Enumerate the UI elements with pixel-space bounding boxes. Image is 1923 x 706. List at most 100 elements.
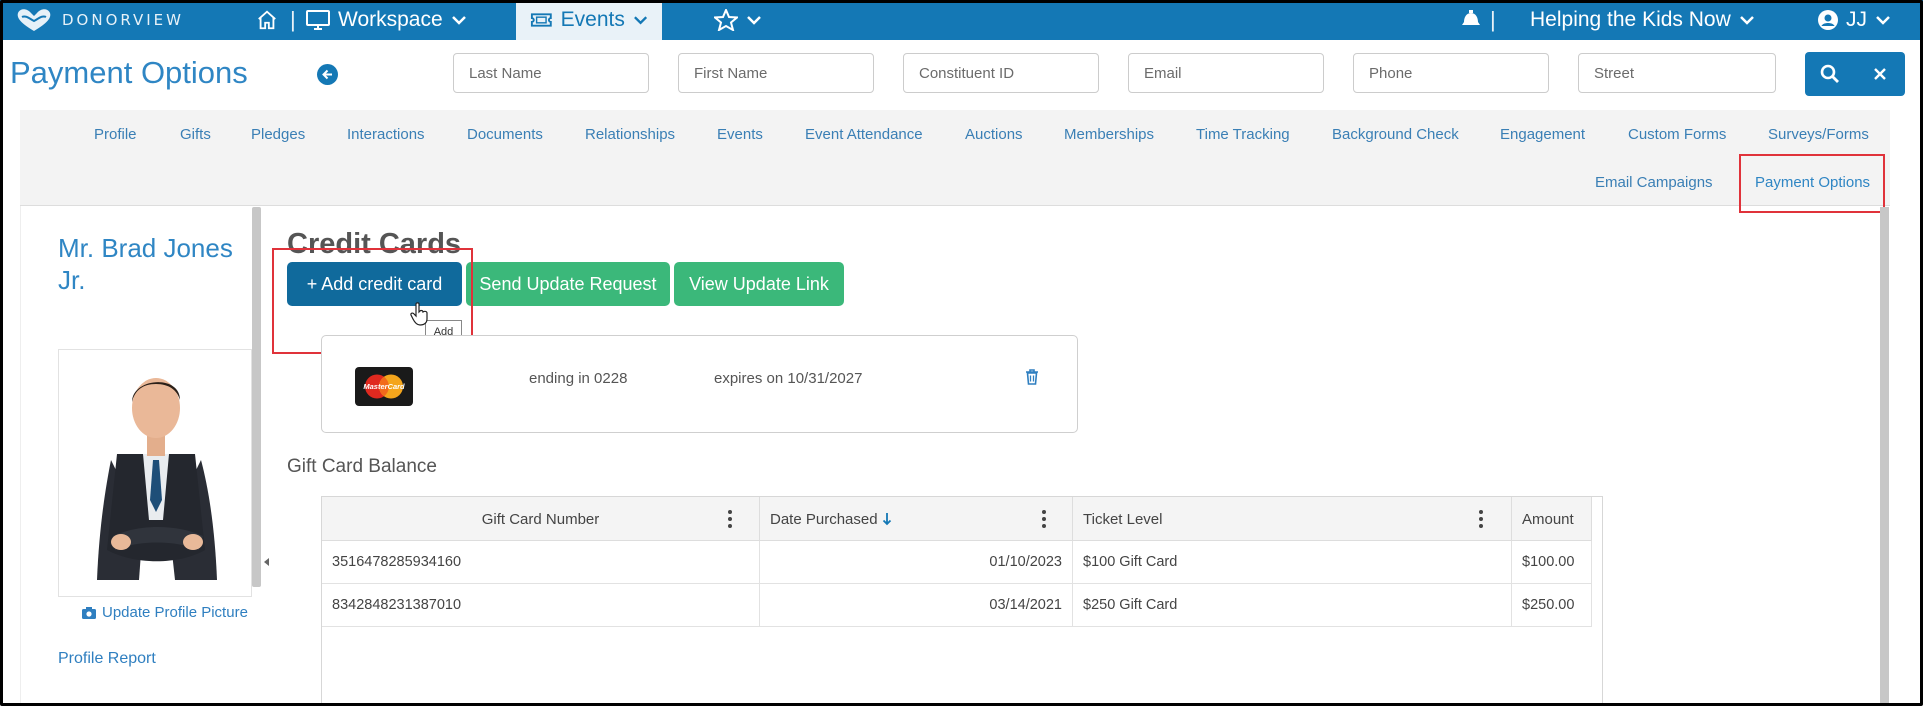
page-title: Payment Options <box>10 55 248 90</box>
sort-descending-arrow-icon <box>882 513 891 526</box>
chevron-down-icon <box>1876 16 1890 25</box>
constituent-id-input[interactable] <box>903 53 1099 93</box>
user-initials: JJ <box>1846 8 1867 31</box>
column-label: Ticket Level <box>1083 510 1163 528</box>
tab-memberships[interactable]: Memberships <box>1064 126 1154 143</box>
column-label: Gift Card Number <box>481 510 600 528</box>
top-navigation-bar: DONORVIEW | Workspace Events | Helping t… <box>0 0 1923 40</box>
table-row[interactable]: 3516478285934160 01/10/2023 $100 Gift Ca… <box>322 541 1592 584</box>
chevron-down-icon <box>747 16 761 25</box>
workspace-menu[interactable]: Workspace <box>306 0 467 40</box>
gift-card-balance-heading: Gift Card Balance <box>287 456 437 477</box>
search-icon <box>1820 64 1839 83</box>
tab-surveys-forms[interactable]: Surveys/Forms <box>1768 126 1869 143</box>
view-update-link-button[interactable]: View Update Link <box>674 262 844 306</box>
last-name-input[interactable] <box>453 53 649 93</box>
tab-email-campaigns[interactable]: Email Campaigns <box>1595 174 1713 191</box>
tab-events[interactable]: Events <box>717 126 763 143</box>
first-name-input[interactable] <box>678 53 874 93</box>
cell-date-purchased: 01/10/2023 <box>760 541 1073 583</box>
workspace-label: Workspace <box>338 8 443 31</box>
mastercard-brand-text: MasterCard <box>363 382 405 391</box>
tab-auctions[interactable]: Auctions <box>965 126 1023 143</box>
tab-event-attendance[interactable]: Event Attendance <box>805 126 923 143</box>
search-actions <box>1805 52 1905 96</box>
trash-icon[interactable] <box>1025 369 1039 385</box>
chevron-down-icon <box>1739 16 1754 25</box>
column-header-date-purchased[interactable]: Date Purchased <box>760 497 1073 541</box>
mastercard-logo: MasterCard <box>355 367 413 406</box>
tab-engagement[interactable]: Engagement <box>1500 126 1585 143</box>
table-row[interactable]: 8342848231387010 03/14/2021 $250 Gift Ca… <box>322 584 1592 627</box>
phone-input[interactable] <box>1353 53 1549 93</box>
close-icon <box>1874 68 1886 80</box>
profile-report-link[interactable]: Profile Report <box>58 650 156 668</box>
star-icon <box>714 9 738 31</box>
logo-text: DONORVIEW <box>62 11 184 29</box>
user-menu[interactable]: JJ <box>1818 0 1891 40</box>
tab-documents[interactable]: Documents <box>467 126 543 143</box>
column-label: Date Purchased <box>770 510 878 528</box>
cell-ticket-level: $100 Gift Card <box>1073 541 1512 583</box>
cell-amount: $250.00 <box>1512 584 1592 626</box>
favorites-menu[interactable] <box>714 0 762 40</box>
email-input[interactable] <box>1128 53 1324 93</box>
notifications-button[interactable] <box>1460 0 1482 40</box>
tab-custom-forms[interactable]: Custom Forms <box>1628 126 1726 143</box>
user-icon <box>1818 10 1838 30</box>
bell-icon <box>1462 10 1480 25</box>
street-input[interactable] <box>1578 53 1776 93</box>
column-header-amount[interactable]: Amount <box>1512 497 1592 541</box>
home-button[interactable] <box>256 0 278 40</box>
cell-date-purchased: 03/14/2021 <box>760 584 1073 626</box>
card-expiration: expires on 10/31/2027 <box>714 370 863 387</box>
donorview-logo[interactable]: DONORVIEW <box>14 6 184 34</box>
tab-pledges[interactable]: Pledges <box>251 126 305 143</box>
ticket-icon <box>530 13 552 27</box>
update-profile-picture-label: Update Profile Picture <box>102 604 248 621</box>
column-menu-icon[interactable] <box>1042 510 1046 528</box>
hand-pointer-cursor-icon <box>410 302 428 326</box>
events-label: Events <box>560 8 625 31</box>
cell-gift-card-number: 8342848231387010 <box>322 584 760 626</box>
column-label: Amount <box>1522 510 1574 528</box>
cell-ticket-level: $250 Gift Card <box>1073 584 1512 626</box>
column-header-ticket-level[interactable]: Ticket Level <box>1073 497 1512 541</box>
chevron-down-icon <box>633 16 647 25</box>
mastercard-icon: MasterCard <box>363 374 405 399</box>
column-menu-icon[interactable] <box>1479 510 1483 528</box>
update-profile-picture-link[interactable]: Update Profile Picture <box>82 604 248 621</box>
home-icon <box>258 10 276 30</box>
donor-name-line2: Jr. <box>58 265 86 295</box>
profile-panel-scrollbar[interactable] <box>252 207 261 587</box>
events-menu[interactable]: Events <box>516 0 662 40</box>
profile-photo <box>58 349 252 597</box>
search-button[interactable] <box>1805 52 1855 96</box>
back-button[interactable] <box>317 64 338 85</box>
grid-header-row: Gift Card Number Date Purchased Ticket L… <box>322 497 1592 541</box>
tab-background-check[interactable]: Background Check <box>1332 126 1459 143</box>
column-header-gift-card-number[interactable]: Gift Card Number <box>322 497 760 541</box>
cell-amount: $100.00 <box>1512 541 1592 583</box>
topbar-separator: | <box>290 7 296 32</box>
column-menu-icon[interactable] <box>728 510 732 528</box>
collapse-panel-arrow-icon[interactable] <box>264 558 269 566</box>
tab-interactions[interactable]: Interactions <box>347 126 425 143</box>
payment-options-tab-highlight <box>1739 154 1885 213</box>
tab-profile[interactable]: Profile <box>94 126 137 143</box>
hands-heart-icon <box>17 9 51 31</box>
page-scrollbar[interactable] <box>1880 207 1889 706</box>
monitor-icon <box>306 10 330 30</box>
arrow-left-icon <box>322 69 332 80</box>
tab-relationships[interactable]: Relationships <box>585 126 675 143</box>
send-update-request-button[interactable]: Send Update Request <box>466 262 670 306</box>
cell-gift-card-number: 3516478285934160 <box>322 541 760 583</box>
clear-search-button[interactable] <box>1855 52 1905 96</box>
donor-name: Mr. Brad Jones Jr. <box>58 232 238 296</box>
organization-label: Helping the Kids Now <box>1530 8 1731 31</box>
gift-card-grid: Gift Card Number Date Purchased Ticket L… <box>321 496 1603 706</box>
tab-time-tracking[interactable]: Time Tracking <box>1196 126 1290 143</box>
profile-tabs: Profile Gifts Pledges Interactions Docum… <box>20 110 1890 206</box>
organization-menu[interactable]: Helping the Kids Now <box>1530 0 1755 40</box>
tab-gifts[interactable]: Gifts <box>180 126 211 143</box>
